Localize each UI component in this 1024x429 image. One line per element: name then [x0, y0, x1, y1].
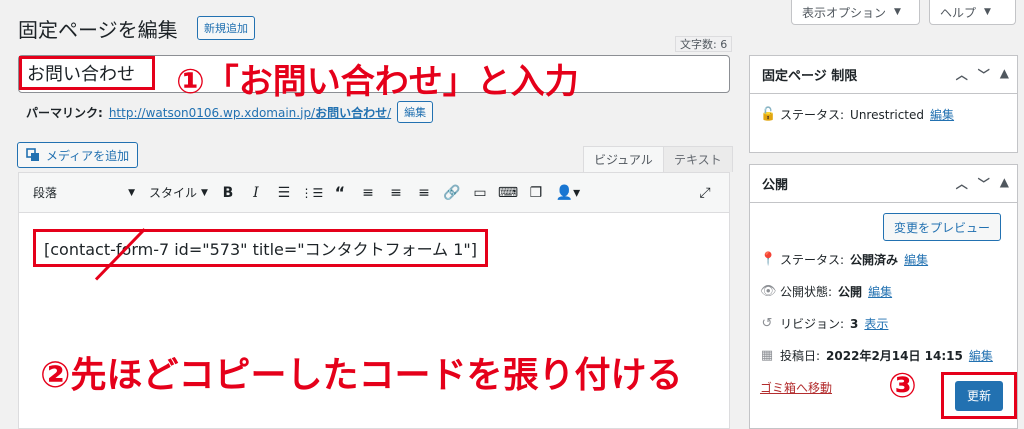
- permalink-link[interactable]: http://watson0106.wp.xdomain.jp/お問い合わせ/: [109, 104, 391, 121]
- help-label: ヘルプ: [940, 5, 977, 20]
- publish-status-label: ステータス:: [780, 253, 845, 267]
- format-select[interactable]: 段落 ▼: [27, 181, 141, 205]
- help-button[interactable]: ヘルプ ▼: [929, 0, 1016, 25]
- add-media-label: メディアを追加: [46, 148, 130, 163]
- screen-options-label: 表示オプション: [802, 5, 887, 20]
- date-edit-link[interactable]: 編集: [969, 347, 993, 364]
- annotation-step-3: ③: [888, 366, 917, 406]
- update-highlight: 更新: [941, 372, 1017, 419]
- tab-visual[interactable]: ビジュアル: [583, 146, 664, 172]
- calendar-icon: ▦: [760, 348, 774, 363]
- chevron-up-icon[interactable]: ︿: [956, 66, 968, 83]
- eye-icon: 👁: [760, 284, 777, 299]
- date-row: ▦ 投稿日: 2022年2月14日 14:15 編集: [760, 347, 993, 364]
- date-label: 投稿日:: [780, 349, 821, 363]
- style-select-label: スタイル: [149, 186, 198, 200]
- align-left-icon[interactable]: ≡: [354, 179, 382, 207]
- shortcode-content[interactable]: [contact-form-7 id="573" title="コンタクトフォー…: [33, 229, 489, 267]
- fullscreen-icon[interactable]: ⤢: [691, 179, 719, 207]
- permalink-trailing-slash[interactable]: /: [387, 106, 391, 120]
- restrict-status-value: Unrestricted: [850, 107, 925, 122]
- blockquote-icon[interactable]: “: [326, 179, 354, 207]
- add-media-button[interactable]: メディアを追加: [17, 142, 139, 168]
- history-icon: ↺: [761, 316, 773, 331]
- chevron-down-icon: ▼: [201, 187, 208, 198]
- link-icon[interactable]: 🔗: [438, 179, 466, 207]
- add-new-button[interactable]: 新規追加: [197, 16, 255, 40]
- visibility-label: 公開状態:: [780, 285, 833, 299]
- numbered-list-icon[interactable]: ⋮☰: [298, 179, 326, 207]
- format-select-value: 段落: [33, 186, 58, 200]
- restrict-box-header[interactable]: 固定ページ 制限 ︿ ﹀ ▲: [750, 56, 1017, 94]
- annotation-step-2: ②先ほどコピーしたコードを張り付ける: [40, 355, 683, 396]
- chevron-down-icon[interactable]: ﹀: [978, 175, 990, 192]
- restrict-status-row: 🔓 ステータス: Unrestricted 編集: [760, 106, 954, 123]
- visibility-value: 公開: [838, 285, 863, 299]
- pin-icon: 📍: [760, 252, 777, 267]
- lock-icon: 🔓: [760, 107, 777, 122]
- box-controls: ︿ ﹀ ▲: [956, 175, 1009, 192]
- more-tag-icon[interactable]: ▭: [466, 179, 494, 207]
- publish-box-header[interactable]: 公開 ︿ ﹀ ▲: [750, 165, 1017, 203]
- bold-icon[interactable]: B: [214, 179, 242, 207]
- page-title: 固定ページを編集: [18, 18, 178, 42]
- bullet-list-icon[interactable]: ☰: [270, 179, 298, 207]
- permalink-edit-button[interactable]: 編集: [397, 101, 434, 123]
- caret-down-icon: ▼: [894, 7, 901, 17]
- preview-changes-button[interactable]: 変更をプレビュー: [882, 213, 1001, 241]
- editor-toolbar: 段落 ▼ スタイル ▼ B I ☰ ⋮☰ “ ≡ ≡ ≡ 🔗 ▭ ⌨ ❐ 👤▾ …: [19, 173, 729, 213]
- date-value: 2022年2月14日 14:15: [826, 349, 963, 363]
- publish-box-title: 公開: [762, 178, 789, 193]
- publish-status-value: 公開済み: [850, 253, 899, 267]
- chevron-down-icon[interactable]: ﹀: [978, 66, 990, 83]
- person-icon[interactable]: 👤▾: [550, 179, 586, 207]
- permalink-row: パーマリンク: http://watson0106.wp.xdomain.jp/…: [26, 101, 434, 123]
- permalink-label: パーマリンク:: [26, 105, 103, 120]
- paste-icon[interactable]: ❐: [522, 179, 550, 207]
- publish-status-edit-link[interactable]: 編集: [904, 251, 928, 268]
- update-button[interactable]: 更新: [954, 380, 1003, 411]
- char-count: 文字数: 6: [675, 36, 733, 52]
- chevron-down-icon: ▼: [128, 187, 135, 198]
- tab-text[interactable]: テキスト: [663, 146, 733, 172]
- chevron-up-icon[interactable]: ︿: [956, 175, 968, 192]
- keyboard-icon[interactable]: ⌨: [494, 179, 522, 207]
- align-right-icon[interactable]: ≡: [410, 179, 438, 207]
- publish-status-row: 📍 ステータス: 公開済み 編集: [760, 251, 928, 268]
- move-to-trash-link[interactable]: ゴミ箱へ移動: [760, 379, 832, 396]
- visibility-edit-link[interactable]: 編集: [868, 283, 892, 300]
- restrict-box-title: 固定ページ 制限: [762, 69, 858, 84]
- title-input-value[interactable]: お問い合わせ: [19, 56, 155, 90]
- revisions-label: リビジョン:: [780, 317, 845, 331]
- annotation-step-1: ①「お問い合わせ」と入力: [176, 62, 579, 102]
- screen-options-button[interactable]: 表示オプション ▼: [791, 0, 920, 25]
- media-icon: [26, 148, 39, 161]
- restrict-box: 固定ページ 制限 ︿ ﹀ ▲ 🔓 ステータス: Unrestricted 編集: [749, 55, 1018, 153]
- box-controls: ︿ ﹀ ▲: [956, 66, 1009, 83]
- align-center-icon[interactable]: ≡: [382, 179, 410, 207]
- toggle-icon[interactable]: ▲: [1000, 175, 1009, 192]
- permalink-url[interactable]: http://watson0106.wp.xdomain.jp/: [109, 106, 315, 120]
- permalink-slug[interactable]: お問い合わせ: [315, 106, 387, 120]
- revisions-row: ↺ リビジョン: 3 表示: [760, 315, 889, 332]
- restrict-edit-link[interactable]: 編集: [930, 106, 954, 123]
- italic-icon[interactable]: I: [242, 179, 270, 207]
- caret-down-icon: ▼: [984, 7, 991, 17]
- style-select[interactable]: スタイル ▼: [149, 184, 208, 201]
- revisions-view-link[interactable]: 表示: [864, 315, 888, 332]
- visibility-row: 👁 公開状態: 公開 編集: [760, 283, 892, 300]
- toggle-icon[interactable]: ▲: [1000, 66, 1009, 83]
- revisions-value: 3: [850, 316, 859, 331]
- restrict-status-label: ステータス:: [780, 108, 845, 122]
